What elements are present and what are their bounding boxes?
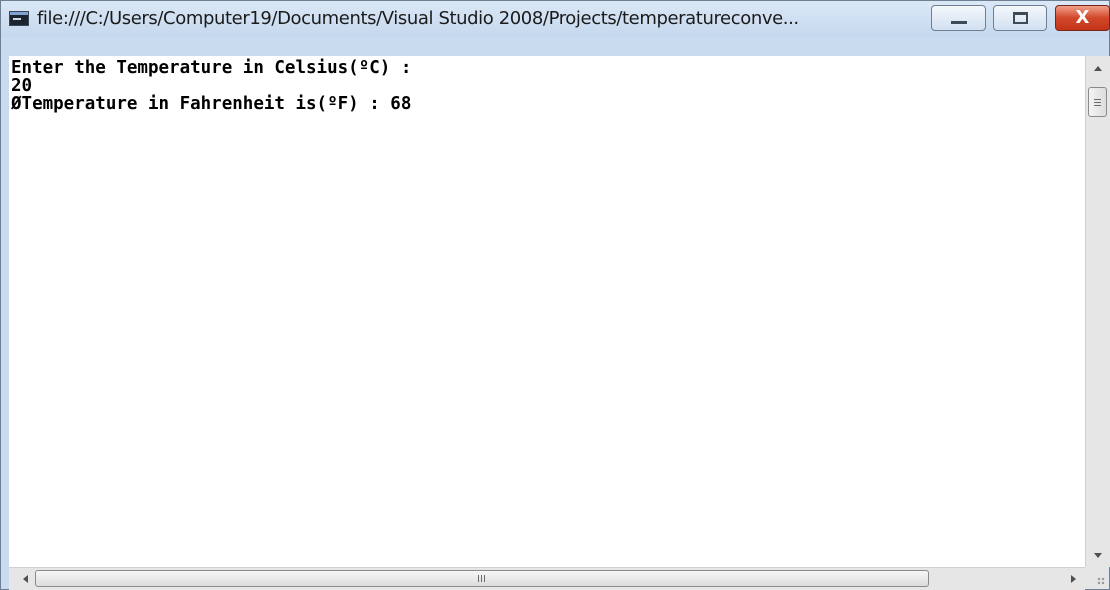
console-line-input: 20: [11, 76, 33, 96]
vertical-scrollbar[interactable]: [1085, 56, 1110, 567]
console-app-icon[interactable]: [9, 11, 29, 26]
scroll-left-arrow-icon[interactable]: [23, 575, 28, 583]
grip-line-icon: [481, 575, 482, 582]
horizontal-scrollbar[interactable]: [9, 567, 1085, 590]
grip-line-icon: [1094, 102, 1101, 103]
console-line-result: ØTemperature in Fahrenheit is(ºF) : 68: [11, 94, 412, 114]
window-title: file:///C:/Users/Computer19/Documents/Vi…: [37, 8, 799, 29]
grip-line-icon: [1094, 99, 1101, 100]
close-icon: X: [1075, 7, 1090, 28]
console-output[interactable]: Enter the Temperature in Celsius(ºC) : 2…: [9, 56, 1085, 567]
grip-line-icon: [484, 575, 485, 582]
minimize-button[interactable]: [931, 5, 986, 31]
console-line-prompt: Enter the Temperature in Celsius(ºC) :: [11, 58, 412, 78]
resize-grip-icon[interactable]: [1085, 567, 1109, 589]
close-button[interactable]: X: [1055, 5, 1110, 31]
maximize-icon: [1013, 12, 1028, 24]
title-bar[interactable]: file:///C:/Users/Computer19/Documents/Vi…: [1, 1, 1110, 37]
scroll-down-arrow-icon[interactable]: [1094, 553, 1102, 558]
scroll-up-arrow-icon[interactable]: [1094, 66, 1102, 71]
scroll-right-arrow-icon[interactable]: [1071, 575, 1076, 583]
grip-line-icon: [478, 575, 479, 582]
grip-line-icon: [1094, 105, 1101, 106]
maximize-button[interactable]: [993, 5, 1047, 31]
horizontal-scroll-thumb[interactable]: [35, 570, 929, 587]
minimize-icon: [951, 21, 967, 24]
vertical-scroll-thumb[interactable]: [1088, 87, 1107, 117]
console-window: file:///C:/Users/Computer19/Documents/Vi…: [0, 0, 1110, 590]
